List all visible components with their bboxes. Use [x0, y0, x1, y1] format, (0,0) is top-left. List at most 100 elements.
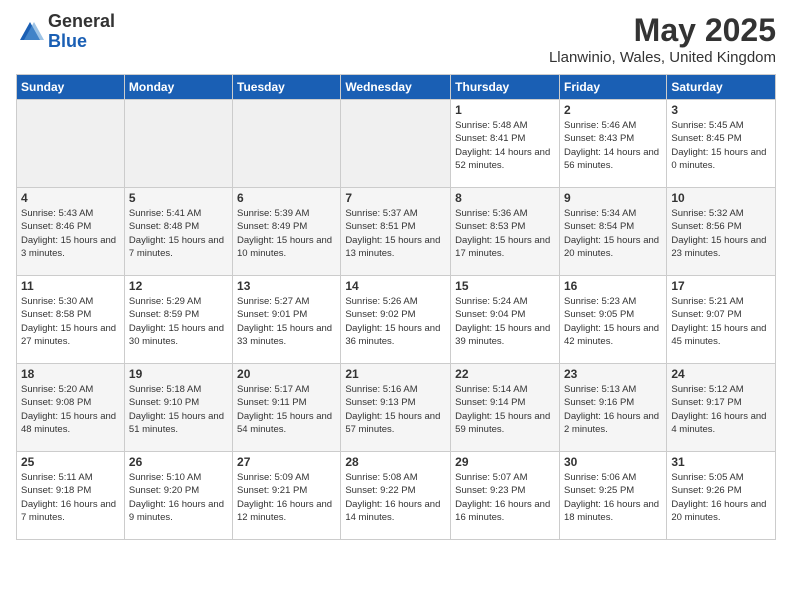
logo-blue: Blue	[48, 32, 115, 52]
calendar-cell-w4-d4: 29Sunrise: 5:07 AM Sunset: 9:23 PM Dayli…	[451, 452, 560, 540]
week-row-4: 25Sunrise: 5:11 AM Sunset: 9:18 PM Dayli…	[17, 452, 776, 540]
title-area: May 2025 Llanwinio, Wales, United Kingdo…	[549, 12, 776, 66]
header-tuesday: Tuesday	[233, 75, 341, 100]
logo-text: General Blue	[48, 12, 115, 52]
logo: General Blue	[16, 12, 115, 52]
day-info-21: Sunrise: 5:16 AM Sunset: 9:13 PM Dayligh…	[345, 383, 446, 436]
day-info-28: Sunrise: 5:08 AM Sunset: 9:22 PM Dayligh…	[345, 471, 446, 524]
calendar-cell-w3-d6: 24 Sunrise: 5:12 AM Sunset: 9:17 PM Dayli…	[667, 364, 776, 452]
header-friday: Friday	[559, 75, 666, 100]
calendar: Sunday Monday Tuesday Wednesday Thursday…	[16, 74, 776, 540]
calendar-cell-w1-d3: 7Sunrise: 5:37 AM Sunset: 8:51 PM Daylig…	[341, 188, 451, 276]
day-number-1: 1	[455, 103, 555, 117]
day-number-31: 31	[671, 455, 771, 469]
day-info-6: Sunrise: 5:39 AM Sunset: 8:49 PM Dayligh…	[237, 207, 336, 260]
day-info-26: Sunrise: 5:10 AM Sunset: 9:20 PM Dayligh…	[129, 471, 228, 524]
day-info-5: Sunrise: 5:41 AM Sunset: 8:48 PM Dayligh…	[129, 207, 228, 260]
calendar-cell-w1-d5: 9 Sunrise: 5:34 AM Sunset: 8:54 PM Daylig…	[559, 188, 666, 276]
day-number-20: 20	[237, 367, 336, 381]
calendar-cell-w3-d5: 23Sunrise: 5:13 AM Sunset: 9:16 PM Dayli…	[559, 364, 666, 452]
day-number-9: 9	[564, 191, 662, 205]
calendar-cell-w2-d3: 14 Sunrise: 5:26 AM Sunset: 9:02 PM Dayli…	[341, 276, 451, 364]
calendar-cell-w2-d5: 16Sunrise: 5:23 AM Sunset: 9:05 PM Dayli…	[559, 276, 666, 364]
day-info-18: Sunrise: 5:20 AM Sunset: 9:08 PM Dayligh…	[21, 383, 120, 436]
logo-icon	[16, 18, 44, 46]
calendar-cell-w4-d2: 27 Sunrise: 5:09 AM Sunset: 9:21 PM Dayli…	[233, 452, 341, 540]
day-number-18: 18	[21, 367, 120, 381]
day-info-16: Sunrise: 5:23 AM Sunset: 9:05 PM Dayligh…	[564, 295, 662, 348]
day-info-22: Sunrise: 5:14 AM Sunset: 9:14 PM Dayligh…	[455, 383, 555, 436]
day-number-27: 27	[237, 455, 336, 469]
day-number-17: 17	[671, 279, 771, 293]
day-number-30: 30	[564, 455, 662, 469]
header-sunday: Sunday	[17, 75, 125, 100]
calendar-cell-w0-d1	[124, 100, 232, 188]
day-info-3: Sunrise: 5:45 AM Sunset: 8:45 PM Dayligh…	[671, 119, 771, 172]
calendar-cell-w4-d5: 30 Sunrise: 5:06 AM Sunset: 9:25 PM Dayli…	[559, 452, 666, 540]
day-number-12: 12	[129, 279, 228, 293]
calendar-cell-w3-d0: 18 Sunrise: 5:20 AM Sunset: 9:08 PM Dayli…	[17, 364, 125, 452]
day-info-31: Sunrise: 5:05 AM Sunset: 9:26 PM Dayligh…	[671, 471, 771, 524]
day-info-27: Sunrise: 5:09 AM Sunset: 9:21 PM Dayligh…	[237, 471, 336, 524]
header-thursday: Thursday	[451, 75, 560, 100]
day-info-8: Sunrise: 5:36 AM Sunset: 8:53 PM Dayligh…	[455, 207, 555, 260]
calendar-cell-w2-d2: 13 Sunrise: 5:27 AM Sunset: 9:01 PM Dayli…	[233, 276, 341, 364]
day-number-26: 26	[129, 455, 228, 469]
day-number-19: 19	[129, 367, 228, 381]
day-number-8: 8	[455, 191, 555, 205]
day-info-2: Sunrise: 5:46 AM Sunset: 8:43 PM Dayligh…	[564, 119, 662, 172]
day-number-23: 23	[564, 367, 662, 381]
day-number-7: 7	[345, 191, 446, 205]
day-info-15: Sunrise: 5:24 AM Sunset: 9:04 PM Dayligh…	[455, 295, 555, 348]
calendar-cell-w0-d4: 1Sunrise: 5:48 AM Sunset: 8:41 PM Daylig…	[451, 100, 560, 188]
day-info-10: Sunrise: 5:32 AM Sunset: 8:56 PM Dayligh…	[671, 207, 771, 260]
header-saturday: Saturday	[667, 75, 776, 100]
calendar-cell-w0-d3	[341, 100, 451, 188]
calendar-cell-w3-d1: 19 Sunrise: 5:18 AM Sunset: 9:10 PM Dayli…	[124, 364, 232, 452]
day-number-25: 25	[21, 455, 120, 469]
calendar-cell-w2-d4: 15 Sunrise: 5:24 AM Sunset: 9:04 PM Dayli…	[451, 276, 560, 364]
header-wednesday: Wednesday	[341, 75, 451, 100]
day-number-2: 2	[564, 103, 662, 117]
calendar-cell-w0-d0	[17, 100, 125, 188]
day-number-15: 15	[455, 279, 555, 293]
calendar-cell-w1-d0: 4Sunrise: 5:43 AM Sunset: 8:46 PM Daylig…	[17, 188, 125, 276]
calendar-cell-w3-d3: 21Sunrise: 5:16 AM Sunset: 9:13 PM Dayli…	[341, 364, 451, 452]
calendar-cell-w2-d1: 12 Sunrise: 5:29 AM Sunset: 8:59 PM Dayli…	[124, 276, 232, 364]
day-number-14: 14	[345, 279, 446, 293]
day-number-6: 6	[237, 191, 336, 205]
calendar-cell-w3-d4: 22 Sunrise: 5:14 AM Sunset: 9:14 PM Dayli…	[451, 364, 560, 452]
day-number-4: 4	[21, 191, 120, 205]
calendar-cell-w1-d2: 6 Sunrise: 5:39 AM Sunset: 8:49 PM Daylig…	[233, 188, 341, 276]
calendar-cell-w0-d2	[233, 100, 341, 188]
week-row-3: 18 Sunrise: 5:20 AM Sunset: 9:08 PM Dayli…	[17, 364, 776, 452]
day-info-17: Sunrise: 5:21 AM Sunset: 9:07 PM Dayligh…	[671, 295, 771, 348]
day-info-29: Sunrise: 5:07 AM Sunset: 9:23 PM Dayligh…	[455, 471, 555, 524]
month-title: May 2025	[549, 12, 776, 49]
logo-general: General	[48, 12, 115, 32]
day-number-22: 22	[455, 367, 555, 381]
day-info-24: Sunrise: 5:12 AM Sunset: 9:17 PM Dayligh…	[671, 383, 771, 436]
day-info-12: Sunrise: 5:29 AM Sunset: 8:59 PM Dayligh…	[129, 295, 228, 348]
day-info-20: Sunrise: 5:17 AM Sunset: 9:11 PM Dayligh…	[237, 383, 336, 436]
day-info-13: Sunrise: 5:27 AM Sunset: 9:01 PM Dayligh…	[237, 295, 336, 348]
day-number-13: 13	[237, 279, 336, 293]
calendar-cell-w1-d1: 5Sunrise: 5:41 AM Sunset: 8:48 PM Daylig…	[124, 188, 232, 276]
week-row-2: 11Sunrise: 5:30 AM Sunset: 8:58 PM Dayli…	[17, 276, 776, 364]
day-info-19: Sunrise: 5:18 AM Sunset: 9:10 PM Dayligh…	[129, 383, 228, 436]
calendar-cell-w0-d6: 3Sunrise: 5:45 AM Sunset: 8:45 PM Daylig…	[667, 100, 776, 188]
calendar-cell-w4-d3: 28 Sunrise: 5:08 AM Sunset: 9:22 PM Dayli…	[341, 452, 451, 540]
day-info-11: Sunrise: 5:30 AM Sunset: 8:58 PM Dayligh…	[21, 295, 120, 348]
day-info-14: Sunrise: 5:26 AM Sunset: 9:02 PM Dayligh…	[345, 295, 446, 348]
calendar-cell-w1-d4: 8 Sunrise: 5:36 AM Sunset: 8:53 PM Daylig…	[451, 188, 560, 276]
day-info-30: Sunrise: 5:06 AM Sunset: 9:25 PM Dayligh…	[564, 471, 662, 524]
calendar-cell-w2-d0: 11Sunrise: 5:30 AM Sunset: 8:58 PM Dayli…	[17, 276, 125, 364]
page: General Blue May 2025 Llanwinio, Wales, …	[0, 0, 792, 612]
calendar-cell-w3-d2: 20 Sunrise: 5:17 AM Sunset: 9:11 PM Dayli…	[233, 364, 341, 452]
week-row-0: 1Sunrise: 5:48 AM Sunset: 8:41 PM Daylig…	[17, 100, 776, 188]
day-number-24: 24	[671, 367, 771, 381]
day-info-9: Sunrise: 5:34 AM Sunset: 8:54 PM Dayligh…	[564, 207, 662, 260]
day-number-28: 28	[345, 455, 446, 469]
day-number-10: 10	[671, 191, 771, 205]
weekday-header-row: Sunday Monday Tuesday Wednesday Thursday…	[17, 75, 776, 100]
